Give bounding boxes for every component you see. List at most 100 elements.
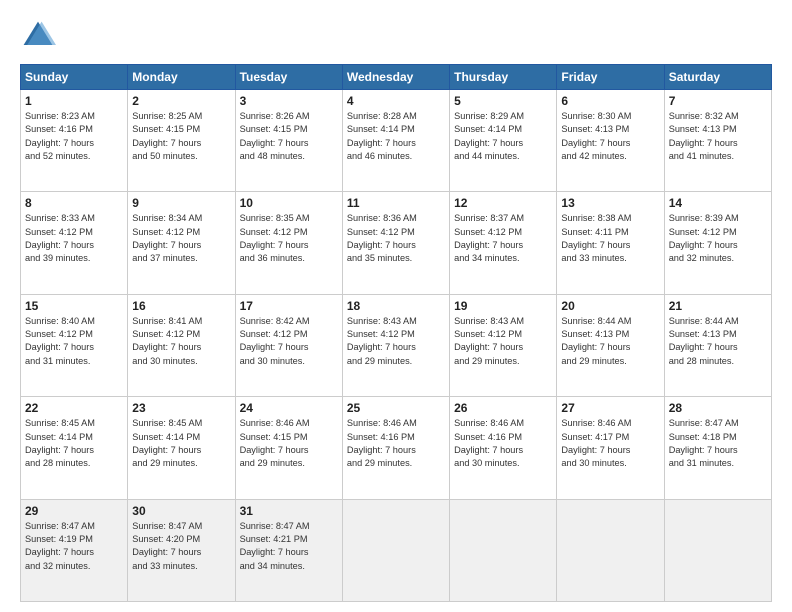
day-info: Sunrise: 8:26 AM Sunset: 4:15 PM Dayligh… — [240, 110, 338, 163]
day-number: 30 — [132, 504, 230, 518]
calendar-cell: 7 Sunrise: 8:32 AM Sunset: 4:13 PM Dayli… — [664, 90, 771, 192]
calendar-cell: 1 Sunrise: 8:23 AM Sunset: 4:16 PM Dayli… — [21, 90, 128, 192]
day-info: Sunrise: 8:33 AM Sunset: 4:12 PM Dayligh… — [25, 212, 123, 265]
calendar-cell: 19 Sunrise: 8:43 AM Sunset: 4:12 PM Dayl… — [450, 294, 557, 396]
calendar-cell — [342, 499, 449, 601]
day-number: 19 — [454, 299, 552, 313]
day-info: Sunrise: 8:36 AM Sunset: 4:12 PM Dayligh… — [347, 212, 445, 265]
day-number: 28 — [669, 401, 767, 415]
day-number: 8 — [25, 196, 123, 210]
page: SundayMondayTuesdayWednesdayThursdayFrid… — [0, 0, 792, 612]
day-info: Sunrise: 8:25 AM Sunset: 4:15 PM Dayligh… — [132, 110, 230, 163]
day-number: 27 — [561, 401, 659, 415]
day-info: Sunrise: 8:46 AM Sunset: 4:17 PM Dayligh… — [561, 417, 659, 470]
calendar-cell: 18 Sunrise: 8:43 AM Sunset: 4:12 PM Dayl… — [342, 294, 449, 396]
calendar-cell: 29 Sunrise: 8:47 AM Sunset: 4:19 PM Dayl… — [21, 499, 128, 601]
calendar-cell: 21 Sunrise: 8:44 AM Sunset: 4:13 PM Dayl… — [664, 294, 771, 396]
day-number: 5 — [454, 94, 552, 108]
calendar-cell: 9 Sunrise: 8:34 AM Sunset: 4:12 PM Dayli… — [128, 192, 235, 294]
calendar-cell: 3 Sunrise: 8:26 AM Sunset: 4:15 PM Dayli… — [235, 90, 342, 192]
day-header-monday: Monday — [128, 65, 235, 90]
calendar-cell: 13 Sunrise: 8:38 AM Sunset: 4:11 PM Dayl… — [557, 192, 664, 294]
day-header-friday: Friday — [557, 65, 664, 90]
day-number: 11 — [347, 196, 445, 210]
day-header-thursday: Thursday — [450, 65, 557, 90]
day-info: Sunrise: 8:35 AM Sunset: 4:12 PM Dayligh… — [240, 212, 338, 265]
day-number: 10 — [240, 196, 338, 210]
day-number: 16 — [132, 299, 230, 313]
day-number: 21 — [669, 299, 767, 313]
day-info: Sunrise: 8:32 AM Sunset: 4:13 PM Dayligh… — [669, 110, 767, 163]
day-number: 3 — [240, 94, 338, 108]
day-header-sunday: Sunday — [21, 65, 128, 90]
calendar-cell: 27 Sunrise: 8:46 AM Sunset: 4:17 PM Dayl… — [557, 397, 664, 499]
day-number: 13 — [561, 196, 659, 210]
day-info: Sunrise: 8:45 AM Sunset: 4:14 PM Dayligh… — [25, 417, 123, 470]
day-header-saturday: Saturday — [664, 65, 771, 90]
calendar-cell: 14 Sunrise: 8:39 AM Sunset: 4:12 PM Dayl… — [664, 192, 771, 294]
day-number: 4 — [347, 94, 445, 108]
header — [20, 18, 772, 54]
calendar-week-row: 29 Sunrise: 8:47 AM Sunset: 4:19 PM Dayl… — [21, 499, 772, 601]
calendar-cell — [557, 499, 664, 601]
calendar-week-row: 8 Sunrise: 8:33 AM Sunset: 4:12 PM Dayli… — [21, 192, 772, 294]
day-number: 31 — [240, 504, 338, 518]
day-info: Sunrise: 8:38 AM Sunset: 4:11 PM Dayligh… — [561, 212, 659, 265]
day-info: Sunrise: 8:46 AM Sunset: 4:15 PM Dayligh… — [240, 417, 338, 470]
day-number: 12 — [454, 196, 552, 210]
day-info: Sunrise: 8:43 AM Sunset: 4:12 PM Dayligh… — [347, 315, 445, 368]
day-number: 22 — [25, 401, 123, 415]
day-info: Sunrise: 8:23 AM Sunset: 4:16 PM Dayligh… — [25, 110, 123, 163]
calendar-week-row: 15 Sunrise: 8:40 AM Sunset: 4:12 PM Dayl… — [21, 294, 772, 396]
day-info: Sunrise: 8:34 AM Sunset: 4:12 PM Dayligh… — [132, 212, 230, 265]
calendar-cell: 30 Sunrise: 8:47 AM Sunset: 4:20 PM Dayl… — [128, 499, 235, 601]
day-info: Sunrise: 8:30 AM Sunset: 4:13 PM Dayligh… — [561, 110, 659, 163]
calendar-cell: 6 Sunrise: 8:30 AM Sunset: 4:13 PM Dayli… — [557, 90, 664, 192]
calendar-cell: 10 Sunrise: 8:35 AM Sunset: 4:12 PM Dayl… — [235, 192, 342, 294]
calendar-cell: 16 Sunrise: 8:41 AM Sunset: 4:12 PM Dayl… — [128, 294, 235, 396]
calendar-cell: 20 Sunrise: 8:44 AM Sunset: 4:13 PM Dayl… — [557, 294, 664, 396]
day-number: 29 — [25, 504, 123, 518]
day-info: Sunrise: 8:42 AM Sunset: 4:12 PM Dayligh… — [240, 315, 338, 368]
calendar-cell: 11 Sunrise: 8:36 AM Sunset: 4:12 PM Dayl… — [342, 192, 449, 294]
calendar-cell: 25 Sunrise: 8:46 AM Sunset: 4:16 PM Dayl… — [342, 397, 449, 499]
day-header-tuesday: Tuesday — [235, 65, 342, 90]
calendar-cell: 22 Sunrise: 8:45 AM Sunset: 4:14 PM Dayl… — [21, 397, 128, 499]
calendar-cell: 31 Sunrise: 8:47 AM Sunset: 4:21 PM Dayl… — [235, 499, 342, 601]
day-info: Sunrise: 8:47 AM Sunset: 4:21 PM Dayligh… — [240, 520, 338, 573]
day-number: 17 — [240, 299, 338, 313]
day-number: 20 — [561, 299, 659, 313]
day-number: 26 — [454, 401, 552, 415]
day-info: Sunrise: 8:41 AM Sunset: 4:12 PM Dayligh… — [132, 315, 230, 368]
calendar-week-row: 22 Sunrise: 8:45 AM Sunset: 4:14 PM Dayl… — [21, 397, 772, 499]
day-number: 14 — [669, 196, 767, 210]
day-info: Sunrise: 8:37 AM Sunset: 4:12 PM Dayligh… — [454, 212, 552, 265]
logo-icon — [20, 18, 56, 54]
day-info: Sunrise: 8:44 AM Sunset: 4:13 PM Dayligh… — [561, 315, 659, 368]
calendar-cell: 2 Sunrise: 8:25 AM Sunset: 4:15 PM Dayli… — [128, 90, 235, 192]
day-number: 9 — [132, 196, 230, 210]
day-info: Sunrise: 8:39 AM Sunset: 4:12 PM Dayligh… — [669, 212, 767, 265]
calendar-cell: 15 Sunrise: 8:40 AM Sunset: 4:12 PM Dayl… — [21, 294, 128, 396]
calendar-cell: 28 Sunrise: 8:47 AM Sunset: 4:18 PM Dayl… — [664, 397, 771, 499]
day-number: 1 — [25, 94, 123, 108]
logo — [20, 18, 60, 54]
day-number: 23 — [132, 401, 230, 415]
day-info: Sunrise: 8:46 AM Sunset: 4:16 PM Dayligh… — [347, 417, 445, 470]
day-number: 2 — [132, 94, 230, 108]
day-info: Sunrise: 8:40 AM Sunset: 4:12 PM Dayligh… — [25, 315, 123, 368]
calendar-cell — [450, 499, 557, 601]
day-number: 15 — [25, 299, 123, 313]
calendar-cell: 26 Sunrise: 8:46 AM Sunset: 4:16 PM Dayl… — [450, 397, 557, 499]
day-info: Sunrise: 8:47 AM Sunset: 4:19 PM Dayligh… — [25, 520, 123, 573]
calendar-cell: 8 Sunrise: 8:33 AM Sunset: 4:12 PM Dayli… — [21, 192, 128, 294]
day-number: 18 — [347, 299, 445, 313]
calendar-week-row: 1 Sunrise: 8:23 AM Sunset: 4:16 PM Dayli… — [21, 90, 772, 192]
day-info: Sunrise: 8:29 AM Sunset: 4:14 PM Dayligh… — [454, 110, 552, 163]
calendar-cell: 17 Sunrise: 8:42 AM Sunset: 4:12 PM Dayl… — [235, 294, 342, 396]
calendar-cell: 4 Sunrise: 8:28 AM Sunset: 4:14 PM Dayli… — [342, 90, 449, 192]
day-info: Sunrise: 8:45 AM Sunset: 4:14 PM Dayligh… — [132, 417, 230, 470]
day-info: Sunrise: 8:47 AM Sunset: 4:20 PM Dayligh… — [132, 520, 230, 573]
day-number: 6 — [561, 94, 659, 108]
day-number: 7 — [669, 94, 767, 108]
